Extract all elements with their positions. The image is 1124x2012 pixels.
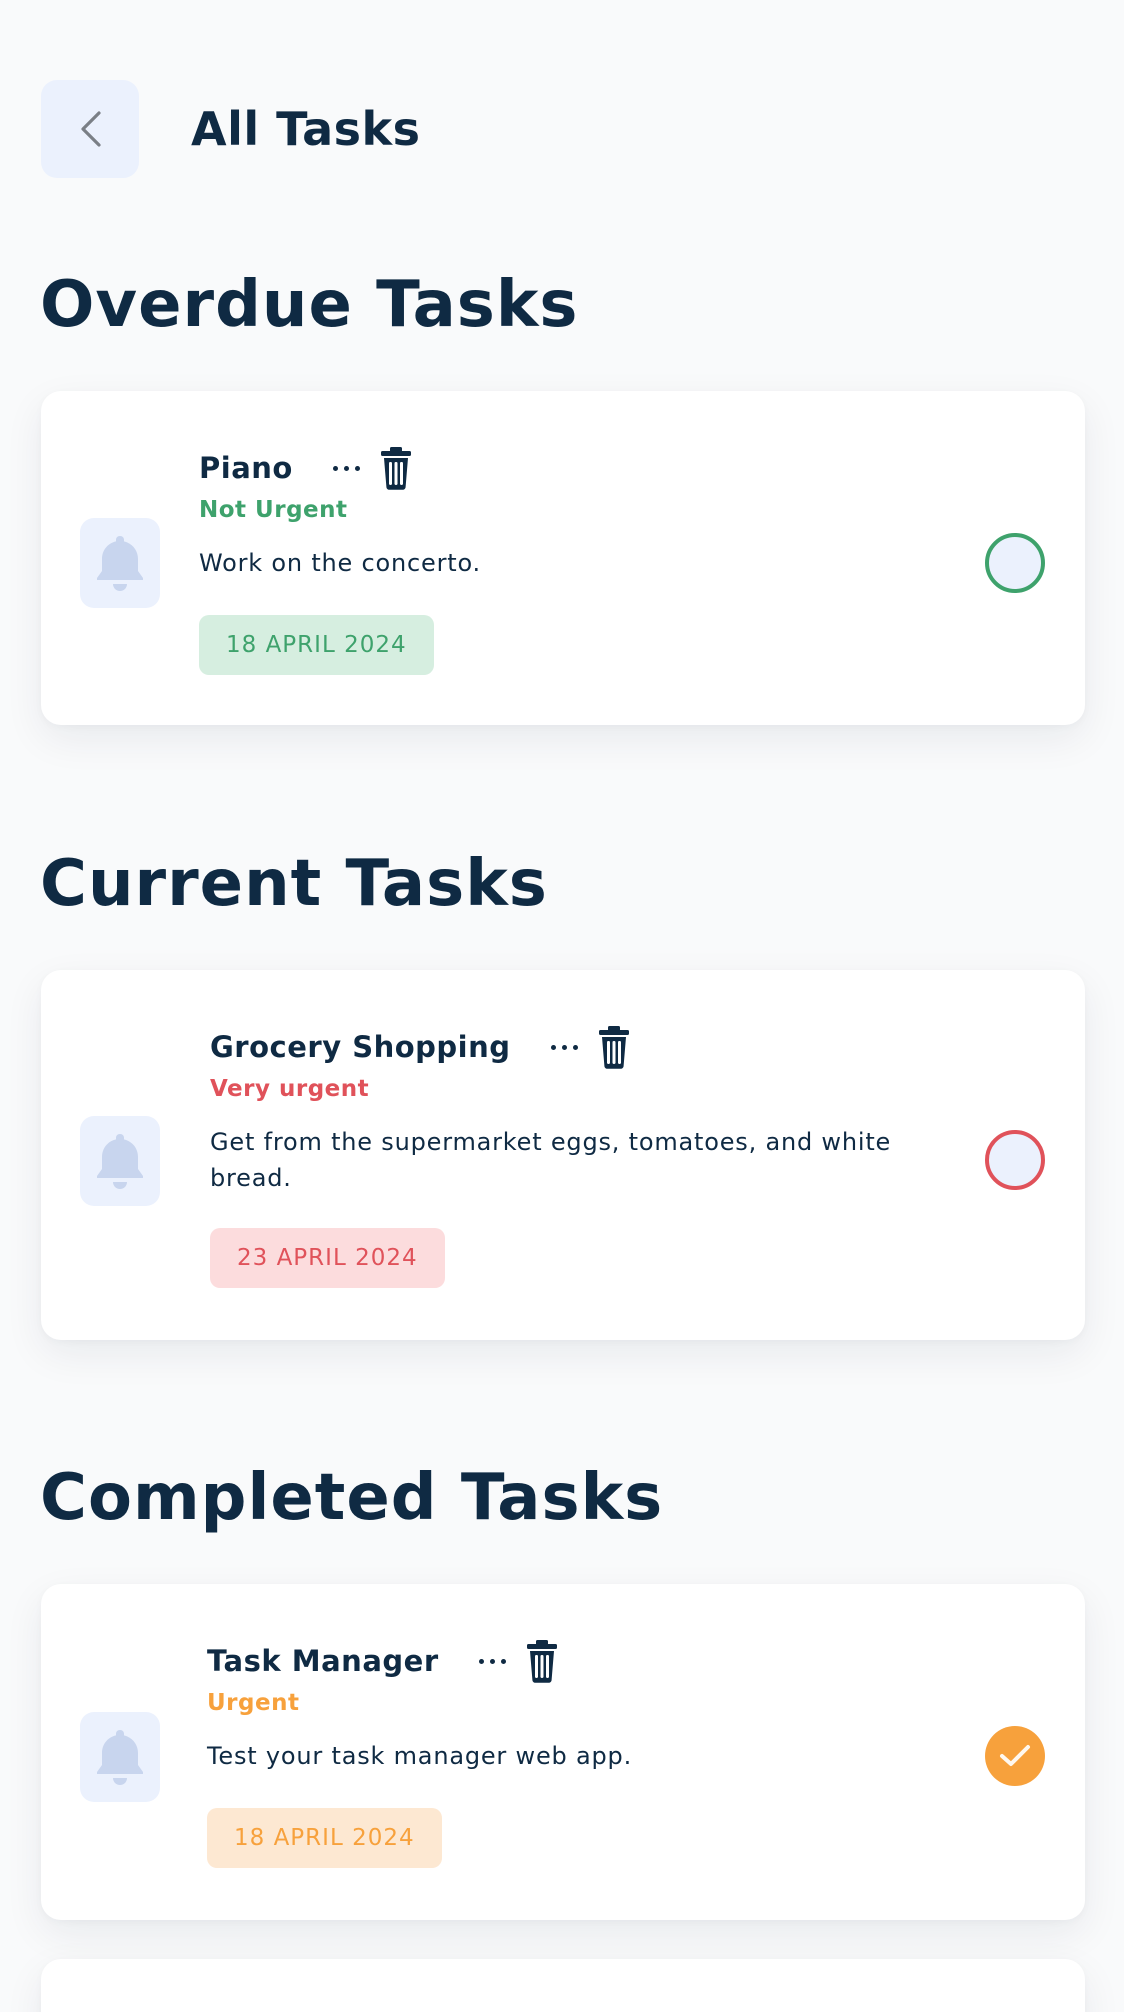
due-date-badge: 18 APRIL 2024 (207, 1808, 442, 1868)
chevron-left-icon (81, 111, 101, 147)
task-card-piano[interactable]: Piano Not Urgent Work on the concerto. 1… (41, 391, 1085, 725)
more-horizontal-icon-dot (354, 465, 360, 471)
more-options-button[interactable] (478, 1653, 506, 1670)
task-title: Piano (199, 451, 293, 485)
more-options-button[interactable] (550, 1039, 578, 1056)
trash-icon (380, 447, 411, 490)
more-horizontal-icon-dot (343, 465, 349, 471)
complete-toggle[interactable] (985, 533, 1045, 593)
more-horizontal-icon-dot (572, 1044, 578, 1050)
more-horizontal-icon-dot (550, 1044, 556, 1050)
trash-icon (598, 1026, 629, 1069)
more-horizontal-icon-dot (332, 465, 338, 471)
due-date-badge: 18 APRIL 2024 (199, 615, 434, 675)
due-date-badge: 23 APRIL 2024 (210, 1228, 445, 1288)
task-title-row: Piano (199, 443, 481, 493)
task-card-partial[interactable] (41, 1959, 1085, 2012)
check-icon (1000, 1745, 1030, 1766)
trash-icon (526, 1640, 557, 1683)
delete-task-button[interactable] (380, 446, 412, 490)
task-title: Grocery Shopping (210, 1030, 511, 1064)
more-horizontal-icon-dot (500, 1658, 506, 1664)
delete-task-button[interactable] (598, 1025, 630, 1069)
task-title-row: Grocery Shopping (210, 1022, 930, 1072)
delete-task-button[interactable] (526, 1639, 558, 1683)
more-horizontal-icon-dot (489, 1658, 495, 1664)
all-tasks-screen: All Tasks Overdue Tasks Piano Not Urgent… (0, 0, 1124, 2012)
priority-label: Very urgent (210, 1076, 370, 1102)
section-title-current: Current Tasks (40, 847, 548, 921)
section-title-completed: Completed Tasks (40, 1461, 664, 1535)
task-title: Task Manager (207, 1644, 439, 1678)
task-card-task-manager[interactable]: Task Manager Urgent Test your task manag… (41, 1584, 1085, 1920)
more-horizontal-icon-dot (478, 1658, 484, 1664)
more-options-button[interactable] (332, 460, 360, 477)
complete-toggle[interactable] (985, 1130, 1045, 1190)
task-description: Test your task manager web app. (207, 1742, 632, 1770)
task-icon (80, 1116, 160, 1206)
task-icon (80, 1712, 160, 1802)
complete-toggle[interactable] (985, 1726, 1045, 1786)
bell-icon (97, 536, 143, 591)
task-content: Piano Not Urgent Work on the concerto. 1… (199, 443, 481, 675)
task-description: Work on the concerto. (199, 549, 481, 577)
task-icon (80, 518, 160, 608)
page-title: All Tasks (191, 102, 421, 156)
task-title-row: Task Manager (207, 1636, 632, 1686)
header: All Tasks (41, 80, 421, 178)
task-card-grocery-shopping[interactable]: Grocery Shopping Very urgent Get from th… (41, 970, 1085, 1340)
task-description: Get from the supermarket eggs, tomatoes,… (210, 1128, 892, 1192)
section-title-overdue: Overdue Tasks (40, 268, 579, 342)
bell-icon (97, 1134, 143, 1189)
bell-icon (97, 1730, 143, 1785)
priority-label: Urgent (207, 1690, 300, 1716)
task-content: Task Manager Urgent Test your task manag… (207, 1636, 632, 1868)
more-horizontal-icon-dot (561, 1044, 567, 1050)
back-button[interactable] (41, 80, 139, 178)
task-content: Grocery Shopping Very urgent Get from th… (210, 1022, 930, 1288)
priority-label: Not Urgent (199, 497, 348, 523)
